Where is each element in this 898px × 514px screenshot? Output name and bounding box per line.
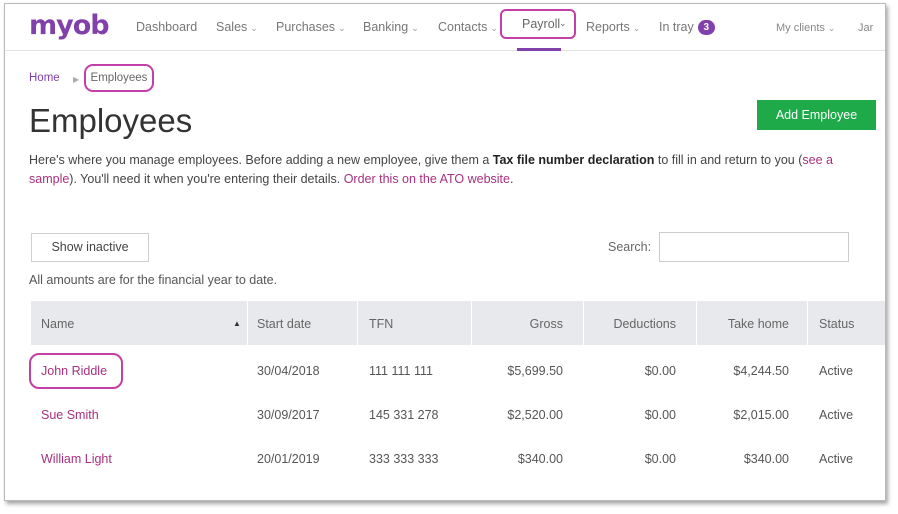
nav-contacts[interactable]: Contacts ⌄ bbox=[438, 20, 498, 34]
gross-cell: $2,520.00 bbox=[507, 408, 563, 422]
employee-name-link[interactable]: John Riddle bbox=[41, 364, 107, 378]
table-row: John Riddle 30/04/2018 111 111 111 $5,69… bbox=[29, 349, 885, 393]
status-cell: Active bbox=[819, 408, 854, 422]
nav-my-clients[interactable]: My clients ⌄ bbox=[776, 22, 835, 34]
add-employee-button[interactable]: Add Employee bbox=[757, 100, 876, 130]
active-tab-indicator bbox=[517, 48, 561, 51]
take-home-cell: $340.00 bbox=[743, 452, 789, 466]
take-home-cell: $4,244.50 bbox=[733, 364, 789, 378]
column-header-tfn[interactable]: TFN bbox=[369, 317, 393, 331]
myob-logo[interactable]: myob bbox=[29, 10, 110, 41]
nav-reports[interactable]: Reports ⌄ bbox=[586, 20, 640, 34]
nav-payroll[interactable]: Payroll ⌄ bbox=[500, 9, 576, 39]
column-header-deductions[interactable]: Deductions bbox=[583, 317, 676, 331]
column-header-name[interactable]: Name bbox=[41, 317, 74, 331]
tfn-cell: 111 111 111 bbox=[369, 364, 433, 378]
table-row: Sue Smith 30/09/2017 145 331 278 $2,520.… bbox=[31, 393, 885, 437]
chevron-down-icon: ⌄ bbox=[250, 23, 258, 33]
nav-in-tray[interactable]: In tray 3 bbox=[659, 20, 715, 35]
page-title: Employees bbox=[29, 102, 193, 139]
nav-dashboard[interactable]: Dashboard bbox=[136, 20, 197, 34]
column-header-status[interactable]: Status bbox=[819, 317, 854, 331]
employee-name-link[interactable]: Sue Smith bbox=[41, 408, 99, 422]
intro-text: Here's where you manage employees. Befor… bbox=[29, 153, 833, 186]
gross-cell: $5,699.50 bbox=[507, 364, 563, 378]
gross-cell: $340.00 bbox=[517, 452, 563, 466]
start-date-cell: 20/01/2019 bbox=[257, 452, 320, 466]
ato-website-link[interactable]: Order this on the ATO website bbox=[344, 172, 510, 186]
table-row: William Light 20/01/2019 333 333 333 $34… bbox=[31, 437, 885, 481]
nav-banking[interactable]: Banking ⌄ bbox=[363, 20, 419, 34]
employee-name-link[interactable]: William Light bbox=[41, 452, 112, 466]
chevron-down-icon: ⌄ bbox=[632, 23, 641, 33]
tfn-cell: 333 333 333 bbox=[369, 452, 439, 466]
search-label: Search: bbox=[608, 240, 652, 254]
breadcrumb-current: Employees bbox=[84, 64, 154, 92]
breadcrumb-separator-icon: ▶ bbox=[73, 75, 80, 84]
show-inactive-button[interactable]: Show inactive bbox=[31, 233, 149, 262]
nav-payroll-label: Payroll bbox=[522, 17, 561, 31]
nav-purchases[interactable]: Purchases ⌄ bbox=[276, 20, 346, 34]
column-header-take-home[interactable]: Take home bbox=[696, 317, 789, 331]
tfn-cell: 145 331 278 bbox=[369, 408, 439, 422]
top-navbar: myob Dashboard Sales ⌄ Purchases ⌄ Banking… bbox=[5, 4, 885, 51]
search-input[interactable] bbox=[659, 232, 849, 262]
status-cell: Active bbox=[819, 452, 854, 466]
nav-user-menu[interactable]: Jar bbox=[858, 22, 873, 34]
column-header-gross[interactable]: Gross bbox=[471, 317, 563, 331]
take-home-cell: $2,015.00 bbox=[733, 408, 789, 422]
chevron-down-icon: ⌄ bbox=[827, 23, 836, 33]
chevron-down-icon: ⌄ bbox=[411, 23, 419, 33]
start-date-cell: 30/09/2017 bbox=[257, 408, 320, 422]
in-tray-count-badge: 3 bbox=[697, 20, 715, 35]
chevron-down-icon: ⌄ bbox=[559, 18, 567, 28]
app-window: myob Dashboard Sales ⌄ Purchases ⌄ Banking… bbox=[4, 3, 886, 501]
amounts-note: All amounts are for the financial year t… bbox=[29, 273, 278, 287]
column-header-start-date[interactable]: Start date bbox=[257, 317, 311, 331]
nav-sales[interactable]: Sales ⌄ bbox=[216, 20, 258, 34]
deductions-cell: $0.00 bbox=[644, 364, 676, 378]
start-date-cell: 30/04/2018 bbox=[257, 364, 320, 378]
deductions-cell: $0.00 bbox=[644, 452, 676, 466]
chevron-down-icon: ⌄ bbox=[490, 23, 498, 33]
sort-ascending-icon[interactable]: ▲ bbox=[233, 319, 241, 328]
table-header: Name ▲ Start date TFN Gross Deductions T… bbox=[31, 301, 885, 345]
breadcrumb-home[interactable]: Home bbox=[29, 72, 60, 84]
deductions-cell: $0.00 bbox=[644, 408, 676, 422]
status-cell: Active bbox=[819, 364, 854, 378]
chevron-down-icon: ⌄ bbox=[338, 23, 346, 33]
